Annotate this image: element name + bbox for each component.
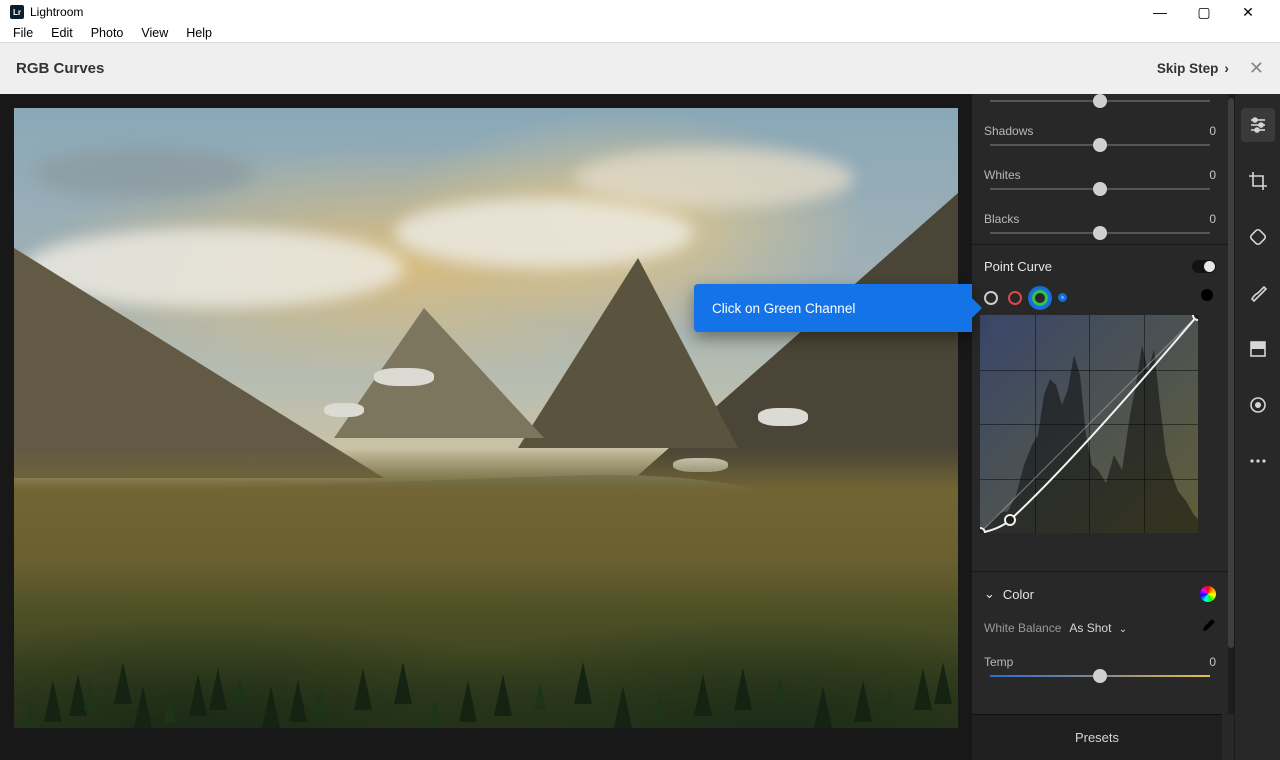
shadows-value: 0 xyxy=(1209,124,1216,138)
white-balance-label: White Balance xyxy=(984,621,1061,635)
temp-knob[interactable] xyxy=(1093,669,1107,683)
white-balance-value: As Shot xyxy=(1069,621,1111,635)
chevron-down-icon: ⌄ xyxy=(1119,624,1127,635)
point-curve-header[interactable]: Point Curve xyxy=(972,253,1228,280)
coach-mark-text: Click on Green Channel xyxy=(712,301,855,316)
eyedropper-icon[interactable] xyxy=(1200,618,1216,637)
point-curve-label: Point Curve xyxy=(984,259,1052,274)
whites-label: Whites xyxy=(984,168,1021,182)
curve-line-icon xyxy=(980,315,1198,533)
main-area: Click on Green Channel Shadows 0 Whites 0 … xyxy=(0,94,1280,760)
color-mixer-icon[interactable] xyxy=(1200,586,1216,602)
point-curve-editor[interactable] xyxy=(980,315,1198,533)
healing-tool-button[interactable] xyxy=(1241,220,1275,254)
menu-help[interactable]: Help xyxy=(179,26,219,40)
curve-target-picker-icon[interactable] xyxy=(1198,286,1216,309)
coach-mark: Click on Green Channel xyxy=(694,284,972,332)
crop-tool-button[interactable] xyxy=(1241,164,1275,198)
presets-button[interactable]: Presets xyxy=(972,714,1222,760)
whites-knob[interactable] xyxy=(1093,182,1107,196)
channel-red-button[interactable] xyxy=(1008,291,1022,305)
shadows-knob[interactable] xyxy=(1093,138,1107,152)
skip-step-label: Skip Step xyxy=(1157,61,1219,76)
blacks-knob[interactable] xyxy=(1093,226,1107,240)
temp-label: Temp xyxy=(984,655,1013,669)
window-titlebar: Lr Lightroom — ▢ ✕ xyxy=(0,0,1280,24)
edit-tool-button[interactable] xyxy=(1241,108,1275,142)
point-curve-toggle[interactable] xyxy=(1192,260,1216,273)
linear-gradient-tool-button[interactable] xyxy=(1241,332,1275,366)
tutorial-close-button[interactable]: ✕ xyxy=(1249,58,1264,79)
app-title: Lightroom xyxy=(30,5,83,19)
color-section-label: Color xyxy=(1003,587,1034,602)
canvas-area: Click on Green Channel xyxy=(0,94,972,760)
panel-scrollbar[interactable] xyxy=(1228,94,1234,714)
menu-file[interactable]: File xyxy=(6,26,40,40)
right-toolbar xyxy=(1234,94,1280,760)
temp-slider[interactable] xyxy=(990,675,1210,677)
app-logo-icon: Lr xyxy=(10,5,24,19)
channel-green-button[interactable] xyxy=(1032,290,1048,306)
radial-gradient-tool-button[interactable] xyxy=(1241,388,1275,422)
brush-tool-button[interactable] xyxy=(1241,276,1275,310)
tutorial-bar: RGB Curves Skip Step › ✕ xyxy=(0,42,1280,94)
blacks-slider[interactable] xyxy=(990,232,1210,234)
blacks-label: Blacks xyxy=(984,212,1019,226)
photo-preview[interactable] xyxy=(14,108,958,728)
slider-knob[interactable] xyxy=(1093,94,1107,108)
menu-edit[interactable]: Edit xyxy=(44,26,80,40)
blacks-value: 0 xyxy=(1209,212,1216,226)
chevron-down-icon: ⌄ xyxy=(984,586,995,602)
channel-rgb-button[interactable] xyxy=(984,291,998,305)
skip-step-button[interactable]: Skip Step › xyxy=(1157,61,1229,76)
whites-value: 0 xyxy=(1209,168,1216,182)
window-maximize-button[interactable]: ▢ xyxy=(1182,4,1226,21)
tutorial-title: RGB Curves xyxy=(16,60,104,77)
white-balance-dropdown[interactable]: As Shot ⌄ xyxy=(1069,621,1127,635)
window-minimize-button[interactable]: — xyxy=(1138,4,1182,20)
presets-label: Presets xyxy=(1075,730,1119,745)
channel-blue-button[interactable] xyxy=(1058,293,1067,302)
more-tools-button[interactable] xyxy=(1241,444,1275,478)
chevron-right-icon: › xyxy=(1224,61,1229,76)
shadows-slider[interactable] xyxy=(990,144,1210,146)
window-close-button[interactable]: ✕ xyxy=(1226,4,1270,21)
panel-scroll-thumb[interactable] xyxy=(1228,98,1234,648)
menu-photo[interactable]: Photo xyxy=(84,26,131,40)
menu-view[interactable]: View xyxy=(134,26,175,40)
whites-slider[interactable] xyxy=(990,188,1210,190)
curve-channel-row xyxy=(972,280,1228,313)
temp-value: 0 xyxy=(1209,655,1216,669)
slider-generic[interactable] xyxy=(990,100,1210,102)
color-section-header[interactable]: ⌄ Color xyxy=(972,580,1228,608)
shadows-label: Shadows xyxy=(984,124,1033,138)
edit-panel: Shadows 0 Whites 0 Blacks 0 Point Curve xyxy=(972,94,1234,760)
menu-bar: File Edit Photo View Help xyxy=(0,24,1280,42)
